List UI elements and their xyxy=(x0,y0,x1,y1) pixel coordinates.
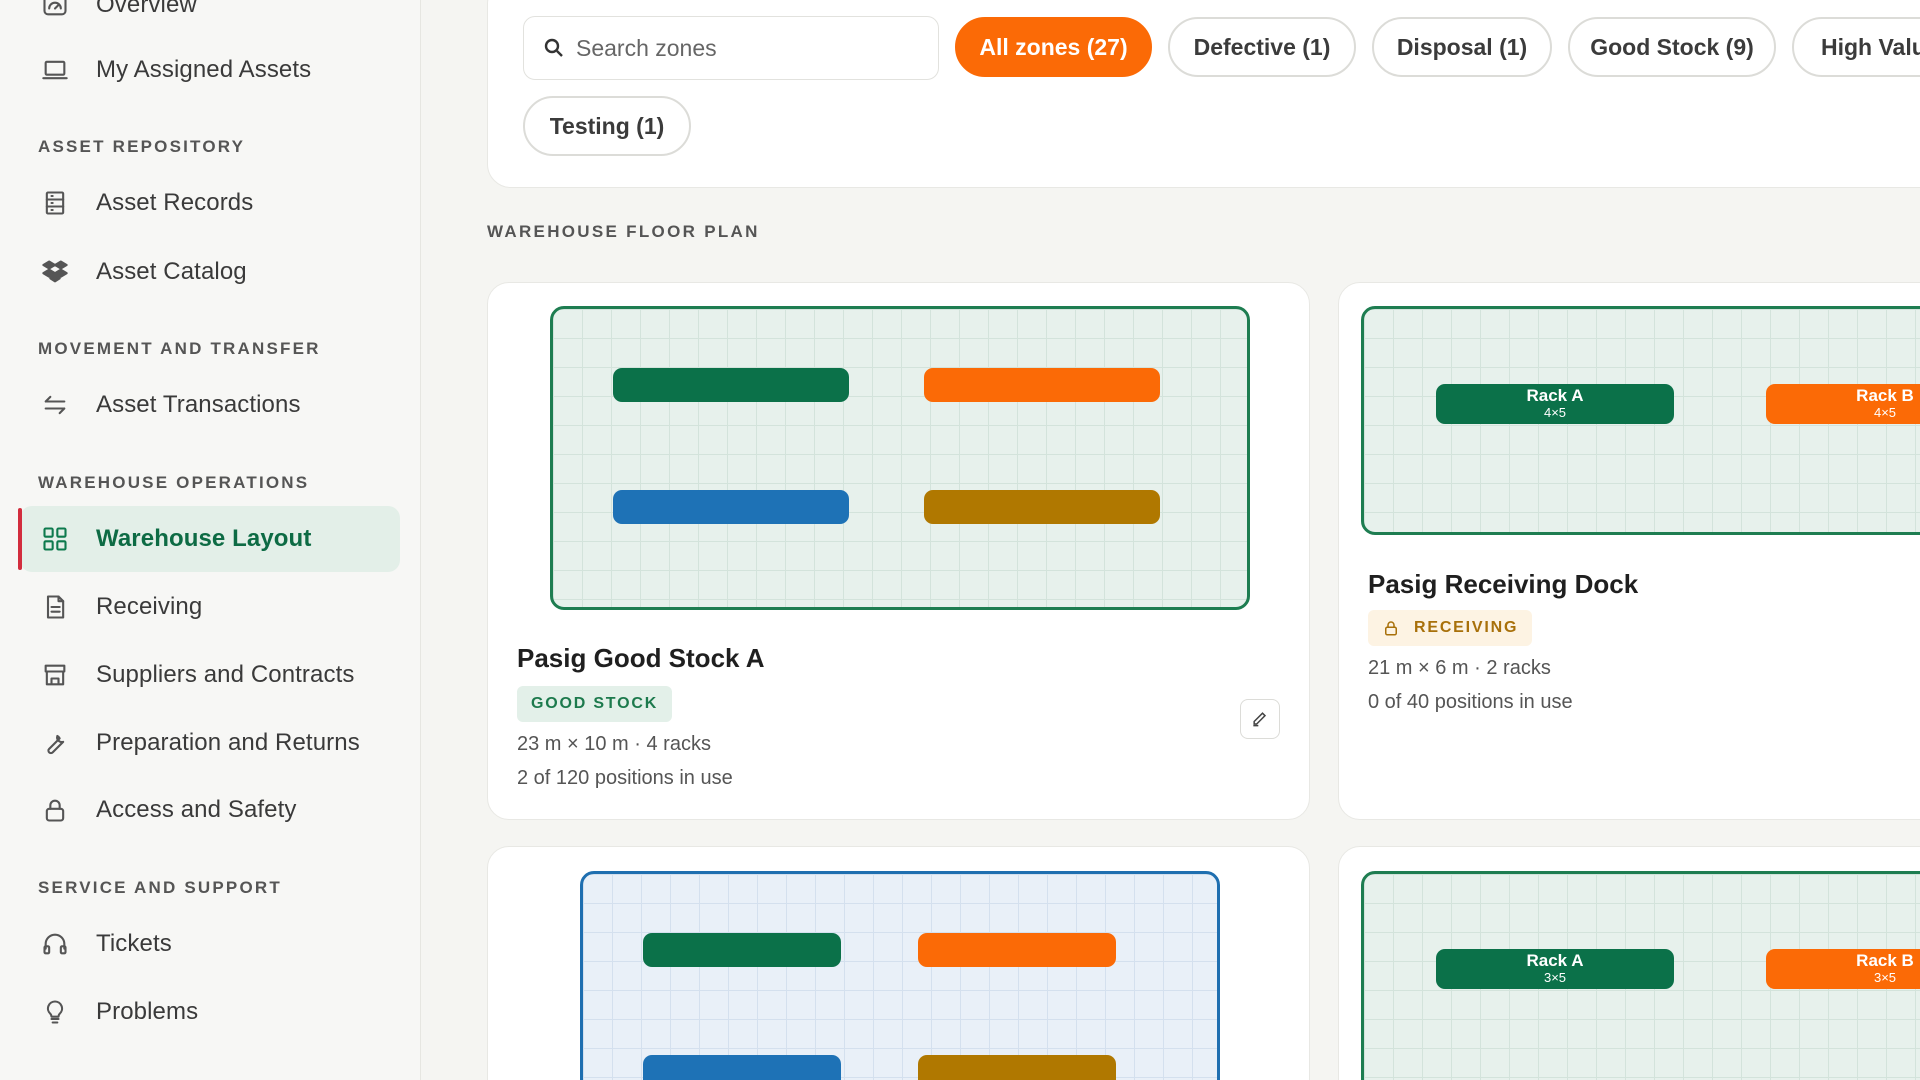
chip-good-stock[interactable]: Good Stock (9) xyxy=(1568,17,1776,77)
zone-title: Pasig Receiving Dock xyxy=(1368,569,1639,599)
sidebar-item-tickets[interactable]: Tickets xyxy=(20,911,400,977)
sidebar-item-asset-transactions[interactable]: Asset Transactions xyxy=(20,372,400,438)
sidebar-item-problems[interactable]: Problems xyxy=(20,979,400,1045)
status-badge: GOOD STOCK xyxy=(517,686,673,722)
section-title-floor-plan: WAREHOUSE FLOOR PLAN xyxy=(487,222,760,241)
edit-zone-button[interactable] xyxy=(1240,699,1280,739)
rack-name: Rack B xyxy=(1856,951,1914,970)
zone-title: Pasig Good Stock A xyxy=(517,643,765,673)
search-input[interactable] xyxy=(576,34,916,62)
headphones-icon xyxy=(40,929,70,959)
rack-name: Rack A xyxy=(1526,386,1584,405)
chip-high-value[interactable]: High Valu xyxy=(1792,17,1920,77)
rack xyxy=(613,368,849,402)
section-warehouse-operations: WAREHOUSE OPERATIONS xyxy=(38,473,310,492)
rack-name: Rack B xyxy=(1856,386,1914,405)
document-icon xyxy=(40,592,70,622)
sidebar: Overview My Assigned Assets ASSET REPOSI… xyxy=(0,0,421,1080)
sidebar-item-my-assigned-assets[interactable]: My Assigned Assets xyxy=(20,37,400,103)
rack-dims: 3×5 xyxy=(1543,970,1567,985)
sidebar-item-preparation-and-returns[interactable]: Preparation and Returns xyxy=(20,710,400,776)
chip-testing[interactable]: Testing (1) xyxy=(523,96,691,156)
sidebar-item-label: Receiving xyxy=(96,593,203,620)
sidebar-item-overview[interactable]: Overview xyxy=(20,0,400,38)
section-asset-repository: ASSET REPOSITORY xyxy=(38,137,246,156)
wrench-icon xyxy=(40,728,70,758)
sidebar-item-label: Overview xyxy=(96,0,197,18)
rack xyxy=(613,490,849,524)
sidebar-item-label: Warehouse Layout xyxy=(96,525,312,552)
floor-plan-preview xyxy=(550,306,1250,610)
zone-occupancy: 2 of 120 positions in use xyxy=(517,767,733,789)
sidebar-item-receiving[interactable]: Receiving xyxy=(20,574,400,640)
sidebar-item-access-and-safety[interactable]: Access and Safety xyxy=(20,777,400,843)
sidebar-item-label: Asset Catalog xyxy=(96,258,247,285)
rack xyxy=(924,368,1160,402)
lock-icon xyxy=(1385,621,1397,636)
sidebar-item-label: Problems xyxy=(96,998,199,1025)
rack xyxy=(924,490,1160,524)
sidebar-item-label: Asset Records xyxy=(96,189,254,216)
records-icon xyxy=(40,188,70,218)
rack-a: Rack A 4×5 xyxy=(1436,384,1674,424)
sidebar-item-asset-records[interactable]: Asset Records xyxy=(20,170,400,236)
floor-plan-preview: Rack A 3×5 Rack B 3×5 xyxy=(1361,871,1920,1080)
lightbulb-icon xyxy=(40,997,70,1027)
chip-defective[interactable]: Defective (1) xyxy=(1168,17,1356,77)
chip-all-zones[interactable]: All zones (27) xyxy=(955,17,1152,77)
badge-label: RECEIVING xyxy=(1414,619,1519,636)
sidebar-item-label: Access and Safety xyxy=(96,796,297,823)
grid-icon xyxy=(40,524,70,554)
rack-dims: 3×5 xyxy=(1873,970,1897,985)
zone-card[interactable] xyxy=(487,846,1310,1080)
sidebar-item-label: Asset Transactions xyxy=(96,391,301,418)
sidebar-item-label: My Assigned Assets xyxy=(96,56,312,83)
rack-b: Rack B 4×5 xyxy=(1766,384,1920,424)
floor-plan-preview: Rack A 4×5 Rack B 4×5 xyxy=(1361,306,1920,535)
section-movement-and-transfer: MOVEMENT AND TRANSFER xyxy=(38,339,321,358)
laptop-icon xyxy=(40,55,70,85)
gauge-icon xyxy=(40,0,70,20)
rack xyxy=(918,933,1116,967)
rack-dims: 4×5 xyxy=(1543,405,1567,420)
rack xyxy=(643,933,841,967)
zone-card[interactable]: Rack A 4×5 Rack B 4×5 Pasig Receiving Do… xyxy=(1338,282,1920,820)
sidebar-item-warehouse-layout[interactable]: Warehouse Layout xyxy=(18,506,400,572)
lock-icon xyxy=(40,795,70,825)
search-box[interactable] xyxy=(523,16,939,80)
rack xyxy=(918,1055,1116,1080)
chip-disposal[interactable]: Disposal (1) xyxy=(1372,17,1552,77)
rack xyxy=(643,1055,841,1080)
sidebar-item-label: Preparation and Returns xyxy=(96,729,360,756)
zone-card[interactable]: Pasig Good Stock A GOOD STOCK 23 m × 10 … xyxy=(487,282,1310,820)
rack-dims: 4×5 xyxy=(1873,405,1897,420)
floor-plan-preview xyxy=(580,871,1220,1080)
store-icon xyxy=(40,660,70,690)
sidebar-item-suppliers-and-contracts[interactable]: Suppliers and Contracts xyxy=(20,642,400,708)
search-icon xyxy=(544,38,563,57)
sidebar-item-asset-catalog[interactable]: Asset Catalog xyxy=(20,239,400,305)
zone-dimensions: 23 m × 10 m · 4 racks xyxy=(517,733,711,755)
rack-a: Rack A 3×5 xyxy=(1436,949,1674,989)
sidebar-item-label: Tickets xyxy=(96,930,172,957)
status-badge: RECEIVING xyxy=(1368,610,1533,646)
catalog-icon xyxy=(40,257,70,287)
transfer-icon xyxy=(40,390,70,420)
rack-name: Rack A xyxy=(1526,951,1584,970)
rack-b: Rack B 3×5 xyxy=(1766,949,1920,989)
pencil-icon xyxy=(1253,712,1267,727)
zone-dimensions: 21 m × 6 m · 2 racks xyxy=(1368,657,1551,679)
section-service-and-support: SERVICE AND SUPPORT xyxy=(38,878,282,897)
zone-card[interactable]: Rack A 3×5 Rack B 3×5 xyxy=(1338,846,1920,1080)
sidebar-item-label: Suppliers and Contracts xyxy=(96,661,355,688)
zone-occupancy: 0 of 40 positions in use xyxy=(1368,691,1573,713)
